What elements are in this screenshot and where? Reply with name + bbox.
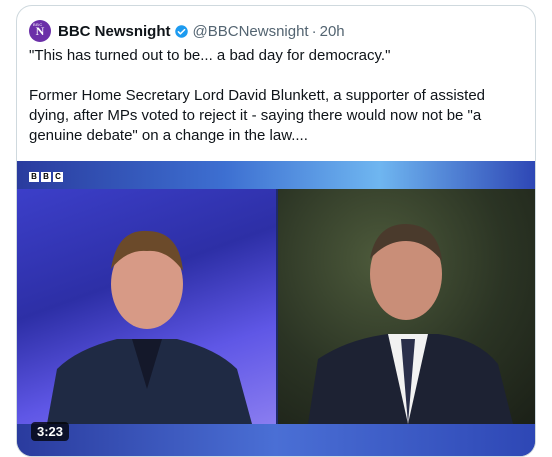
bbc-logo-letter: C [53, 172, 63, 182]
video-right-panel-guest [278, 189, 535, 424]
bbc-logo: B B C [29, 172, 63, 182]
video-bottom-graphic [17, 424, 535, 456]
video-duration-badge: 3:23 [31, 422, 70, 441]
bbc-logo-letter: B [29, 172, 39, 182]
guest-figure [308, 224, 513, 424]
tweet-header: BBC N BBC Newsnight @BBCNewsnight · 20h [29, 18, 345, 44]
tweet-timestamp[interactable]: 20h [320, 23, 345, 40]
avatar[interactable]: BBC N [29, 20, 51, 42]
author-handle[interactable]: @BBCNewsnight [193, 23, 309, 40]
presenter-figure [47, 230, 252, 424]
header-separator: · [311, 22, 317, 40]
video-left-panel-presenter [17, 189, 276, 424]
tweet-text: "This has turned out to be... a bad day … [29, 47, 486, 144]
video-player[interactable]: B B C 3:23 [17, 161, 535, 456]
avatar-bbc-strip: BBC [33, 22, 43, 27]
author-name[interactable]: BBC Newsnight [58, 23, 171, 40]
verified-badge-icon [174, 24, 188, 38]
video-top-graphic [17, 161, 535, 189]
bbc-logo-letter: B [41, 172, 51, 182]
tweet-card[interactable]: BBC N BBC Newsnight @BBCNewsnight · 20h … [16, 5, 536, 457]
